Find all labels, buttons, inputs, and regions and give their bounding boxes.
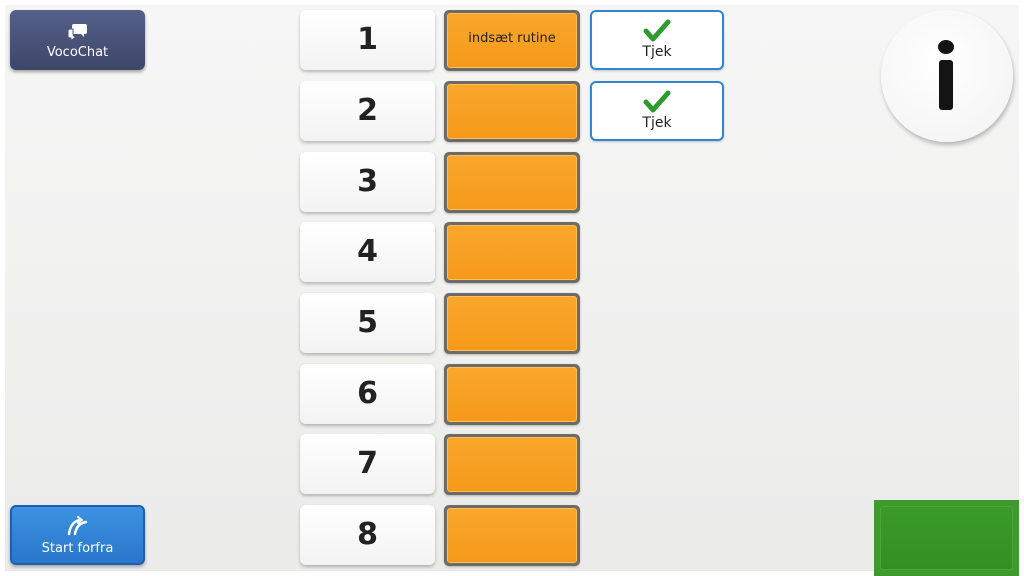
routine-slot-8-text [447, 508, 577, 563]
routine-slot-7-text [447, 437, 577, 492]
green-action-label [880, 506, 1013, 570]
restart-arrow-icon [67, 516, 87, 536]
vocochat-label: VocoChat [46, 45, 109, 60]
start-over-label: Start forfra [41, 541, 114, 556]
routine-slot-2[interactable] [444, 81, 580, 142]
routine-slot-5-text [447, 296, 577, 351]
row-number-7: 7 [300, 434, 435, 494]
routine-slot-4-text [447, 225, 577, 280]
routine-slot-3-text [447, 155, 577, 210]
routine-slot-6-text [447, 367, 577, 422]
checkmark-icon [643, 19, 671, 42]
routine-slot-1-text: indsæt rutine [447, 13, 577, 68]
row-number-8: 8 [300, 505, 435, 565]
routine-slot-6[interactable] [444, 364, 580, 425]
check-button-2-label: Tjek [642, 115, 672, 131]
green-action-button[interactable] [874, 500, 1019, 576]
routine-slot-4[interactable] [444, 222, 580, 283]
check-button-2[interactable]: Tjek [590, 81, 724, 141]
routine-screen: VocoChat 1 2 3 4 5 6 7 8 indsæt rutine T… [0, 0, 1024, 576]
row-number-6: 6 [300, 364, 435, 424]
row-number-2: 2 [300, 81, 435, 141]
vocochat-button[interactable]: VocoChat [10, 10, 145, 70]
routine-slot-1[interactable]: indsæt rutine [444, 10, 580, 71]
routine-slot-3[interactable] [444, 152, 580, 213]
info-icon [938, 40, 954, 54]
check-button-1[interactable]: Tjek [590, 10, 724, 70]
routine-slot-2-text [447, 84, 577, 139]
chat-bubbles-icon [67, 24, 87, 42]
row-number-3: 3 [300, 152, 435, 212]
row-number-1: 1 [300, 10, 435, 70]
start-over-button[interactable]: Start forfra [10, 505, 145, 565]
info-button[interactable] [881, 10, 1013, 142]
checkmark-icon [643, 90, 671, 113]
routine-slot-8[interactable] [444, 505, 580, 566]
row-number-5: 5 [300, 293, 435, 353]
routine-slot-5[interactable] [444, 293, 580, 354]
info-icon-stem [939, 60, 953, 110]
row-number-4: 4 [300, 222, 435, 282]
routine-slot-7[interactable] [444, 434, 580, 495]
check-button-1-label: Tjek [642, 44, 672, 60]
